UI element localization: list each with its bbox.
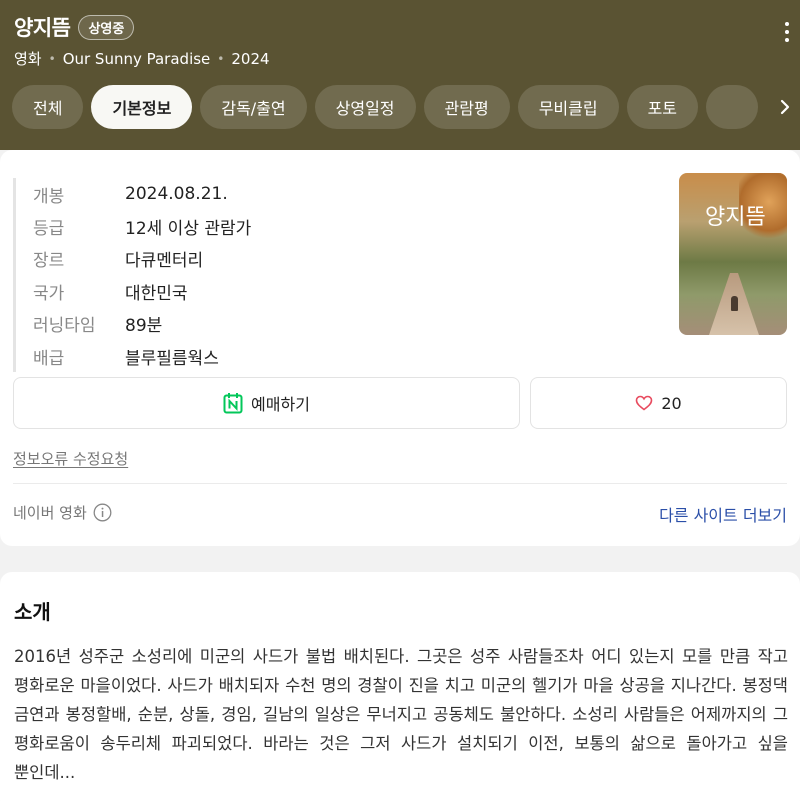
movie-subtitle: 영화 • Our Sunny Paradise • 2024 (14, 48, 270, 69)
tab-basic-info[interactable]: 기본정보 (91, 85, 193, 129)
movie-header: 양지뜸 상영중 영화 • Our Sunny Paradise • 2024 전… (0, 0, 800, 150)
info-label: 등급 (33, 219, 65, 240)
naver-booking-icon (223, 392, 243, 414)
info-row-distributor: 배급 블루필름웍스 (33, 340, 251, 372)
info-circle-icon[interactable] (93, 503, 112, 522)
source-label: 네이버 영화 (13, 502, 112, 523)
separator-dot: • (48, 51, 56, 66)
book-ticket-button[interactable]: 예매하기 (13, 377, 520, 429)
info-row-release: 개봉 2024.08.21. (33, 178, 251, 210)
tab-overflow[interactable] (706, 85, 759, 129)
report-error-link[interactable]: 정보오류 수정요청 (13, 448, 128, 469)
synopsis-text: 2016년 성주군 소성리에 미군의 사드가 불법 배치된다. 그곳은 성주 사… (14, 647, 788, 782)
movie-english-title: Our Sunny Paradise (62, 49, 211, 68)
info-value: 12세 이상 관람가 (125, 219, 252, 240)
info-row-country: 국가 대한민국 (33, 275, 251, 307)
info-value: 블루필름웍스 (125, 348, 219, 369)
info-value: 2024.08.21. (125, 184, 228, 205)
info-value: 89분 (125, 316, 163, 337)
movie-year: 2024 (231, 49, 270, 68)
tab-reviews[interactable]: 관람평 (423, 85, 510, 129)
like-count: 20 (661, 393, 682, 413)
intro-card: 소개 2016년 성주군 소성리에 미군의 사드가 불법 배치된다. 그곳은 성… (0, 572, 800, 801)
more-options-icon[interactable] (782, 22, 792, 42)
info-label: 국가 (33, 283, 65, 304)
info-label: 배급 (33, 348, 65, 369)
poster-person (731, 296, 738, 311)
info-label: 개봉 (33, 186, 65, 207)
chevron-right-icon[interactable] (770, 85, 800, 129)
poster-title: 양지뜸 (705, 205, 766, 230)
info-row-runtime: 러닝타임 89분 (33, 308, 251, 340)
basic-info-card: 개봉 2024.08.21. 등급 12세 이상 관람가 장르 다큐멘터리 국가… (0, 150, 800, 546)
tab-all[interactable]: 전체 (12, 85, 84, 129)
book-ticket-label: 예매하기 (251, 395, 310, 414)
source-name: 네이버 영화 (13, 504, 87, 522)
divider (13, 483, 787, 484)
tab-photos[interactable]: 포토 (626, 85, 699, 129)
movie-title: 양지뜸 (14, 16, 71, 40)
heart-icon (635, 395, 653, 411)
info-label: 러닝타임 (33, 316, 96, 337)
info-row-genre: 장르 다큐멘터리 (33, 243, 251, 275)
tab-bar: 전체 기본정보 감독/출연 상영일정 관람평 무비클립 포토 (12, 85, 772, 129)
tab-movie-clips[interactable]: 무비클립 (517, 85, 619, 129)
status-badge: 상영중 (78, 14, 135, 40)
info-row-rating: 등급 12세 이상 관람가 (33, 210, 251, 242)
tab-director-cast[interactable]: 감독/출연 (200, 85, 307, 129)
info-value: 다큐멘터리 (125, 251, 204, 272)
intro-title: 소개 (14, 600, 51, 624)
movie-category: 영화 (14, 50, 42, 68)
movie-poster[interactable]: 양지뜸 (679, 173, 787, 335)
info-label: 장르 (33, 251, 65, 272)
info-value: 대한민국 (125, 283, 188, 304)
separator-dot: • (217, 51, 225, 66)
info-list: 개봉 2024.08.21. 등급 12세 이상 관람가 장르 다큐멘터리 국가… (13, 178, 251, 373)
more-sites-link[interactable]: 다른 사이트 더보기 (659, 502, 787, 526)
action-buttons: 예매하기 20 (13, 377, 787, 429)
title-row: 양지뜸 상영중 (14, 12, 135, 42)
like-button[interactable]: 20 (530, 377, 787, 429)
tab-showtimes[interactable]: 상영일정 (314, 85, 416, 129)
